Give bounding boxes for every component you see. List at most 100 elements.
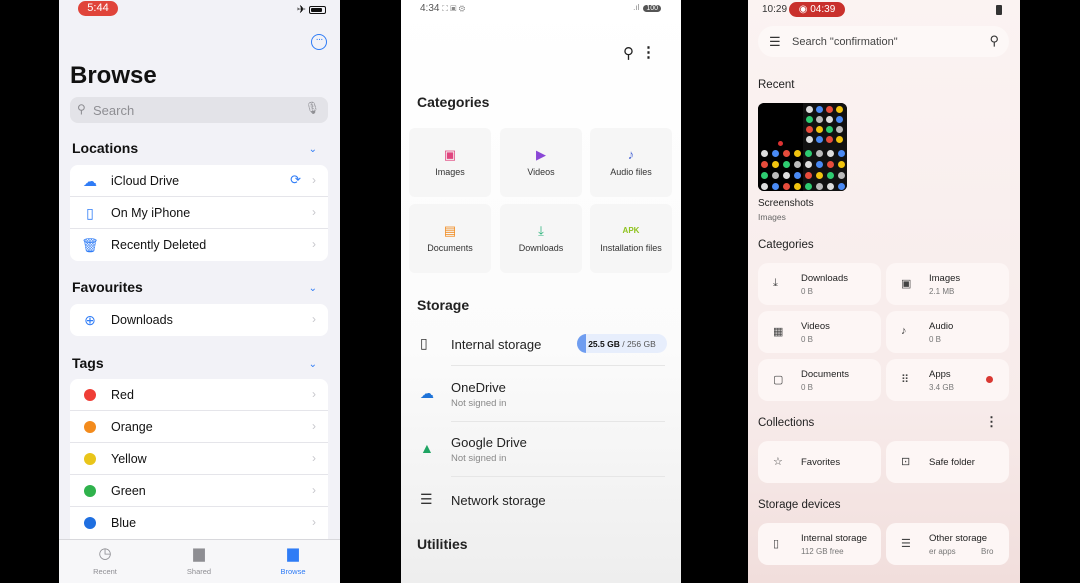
- thumbnail-app-icon: [772, 150, 779, 157]
- category-videos[interactable]: ▶ Videos: [500, 128, 582, 197]
- tag-orange[interactable]: Orange ›: [70, 411, 328, 443]
- thumbnail-app-icon: [761, 161, 768, 168]
- storage-google-drive[interactable]: ▲ Google Drive Not signed in: [417, 433, 665, 477]
- collections-header: Collections: [758, 417, 815, 429]
- thumbnail-app-icon: [816, 136, 823, 143]
- thumbnail-app-icon: [816, 106, 823, 113]
- storage-name: OneDrive: [451, 380, 506, 395]
- apk-icon: APK: [622, 226, 640, 235]
- categories-header: Categories: [417, 94, 490, 110]
- chevron-right-icon: ›: [312, 451, 316, 465]
- battery-level: 100: [643, 5, 661, 12]
- collection-favorites[interactable]: ☆ Favorites: [758, 441, 881, 483]
- chevron-down-icon[interactable]: ⌄: [309, 283, 317, 294]
- chevron-right-icon: ›: [312, 387, 316, 401]
- thumbnail-app-icon: [806, 126, 813, 133]
- location-on-my-iphone[interactable]: ▯ On My iPhone ›: [70, 197, 328, 229]
- thumbnail-app-icon: [836, 136, 843, 143]
- thumbnail-app-icon: [783, 150, 790, 157]
- tab-browse[interactable]: ▆ Browse: [258, 544, 328, 576]
- tab-shared[interactable]: ▆ Shared: [164, 544, 234, 576]
- category-audio[interactable]: ♪ Audio 0 B: [886, 311, 1009, 353]
- thumbnail-app-icon: [826, 106, 833, 113]
- favourite-label: Downloads: [111, 313, 173, 327]
- category-downloads[interactable]: ⤓ Downloads: [500, 204, 582, 273]
- collection-safe-folder[interactable]: ⊡ Safe folder: [886, 441, 1009, 483]
- more-options-icon[interactable]: ···: [311, 34, 327, 50]
- storage-device-internal[interactable]: ▯ Internal storage 112 GB free: [758, 523, 881, 565]
- search-placeholder: Search "confirmation": [792, 36, 898, 48]
- favourite-downloads[interactable]: ⊕ Downloads ›: [70, 304, 328, 336]
- category-name: Images: [929, 273, 961, 284]
- storage-network[interactable]: ☰ Network storage: [417, 490, 665, 514]
- document-icon: ▤: [443, 223, 457, 238]
- locations-list: ☁ iCloud Drive ⟳ › ▯ On My iPhone › 🗑 Re…: [70, 165, 328, 261]
- thumbnail-app-icon: [816, 172, 823, 179]
- location-recently-deleted[interactable]: 🗑 Recently Deleted ›: [70, 229, 328, 261]
- thumbnail-app-icon: [838, 172, 845, 179]
- thumbnail-app-icon: [783, 172, 790, 179]
- thumbnail-app-icon: [827, 161, 834, 168]
- status-bar: 5:44 ✈: [59, 0, 340, 20]
- storage-onedrive[interactable]: ☁ OneDrive Not signed in: [417, 378, 665, 422]
- screenshot-stage: 5:44 ✈ ··· Browse ⚲ Search 🎙 Locations ⌄…: [0, 0, 1080, 583]
- category-images[interactable]: ▣ Images: [409, 128, 491, 197]
- category-name: Apps: [929, 369, 951, 380]
- chevron-down-icon[interactable]: ⌄: [309, 359, 317, 370]
- favourites-header[interactable]: Favourites: [72, 279, 143, 295]
- thumbnail-app-icon: [794, 150, 801, 157]
- search-input[interactable]: ☰ Search "confirmation" ⚲: [758, 26, 1009, 57]
- more-options-icon[interactable]: ⋮: [985, 414, 998, 430]
- chevron-right-icon: ›: [312, 419, 316, 433]
- category-size: 0 B: [929, 335, 942, 344]
- tab-recent[interactable]: ◷ Recent: [70, 544, 140, 576]
- status-time: 5:44: [78, 1, 118, 16]
- storage-device-other[interactable]: ☰ Other storage er apps Bro: [886, 523, 1009, 565]
- category-apps[interactable]: ⠿ Apps 3.4 GB: [886, 359, 1009, 401]
- download-icon: ⤓: [538, 223, 544, 238]
- category-videos[interactable]: ▦ Videos 0 B: [758, 311, 881, 353]
- category-documents[interactable]: ▤ Documents: [409, 204, 491, 273]
- tag-blue[interactable]: Blue ›: [70, 507, 328, 539]
- search-input[interactable]: ⚲ Search 🎙: [70, 97, 328, 123]
- star-icon: ☆: [773, 456, 783, 468]
- storage-used: 25.5 GB: [588, 339, 620, 349]
- chevron-down-icon[interactable]: ⌄: [309, 144, 317, 155]
- category-installation-files[interactable]: APK Installation files: [590, 204, 672, 273]
- storage-header: Storage: [417, 297, 470, 313]
- thumbnail-app-icon: [806, 106, 813, 113]
- location-icloud-drive[interactable]: ☁ iCloud Drive ⟳ ›: [70, 165, 328, 197]
- category-documents[interactable]: ▢ Documents 0 B: [758, 359, 881, 401]
- category-audio-files[interactable]: ♪ Audio files: [590, 128, 672, 197]
- locations-header[interactable]: Locations: [72, 140, 138, 156]
- more-options-icon[interactable]: ⋮: [641, 43, 656, 61]
- chevron-right-icon: ›: [312, 237, 316, 251]
- thumbnail-app-icon: [772, 183, 779, 190]
- menu-icon[interactable]: ☰: [769, 34, 781, 50]
- chevron-right-icon: ›: [312, 312, 316, 326]
- thumbnail-app-icon: [783, 183, 790, 190]
- chevron-right-icon: ›: [312, 515, 316, 529]
- tag-color-dot: [84, 485, 96, 497]
- category-size: 0 B: [801, 383, 814, 392]
- microphone-icon[interactable]: 🎙: [305, 101, 320, 115]
- recent-screenshots-thumbnail[interactable]: [758, 103, 847, 191]
- storage-subtitle: Not signed in: [451, 398, 507, 409]
- location-label: iCloud Drive: [111, 174, 180, 188]
- storage-device-sub: er apps: [929, 547, 956, 556]
- music-note-icon: ♪: [627, 147, 635, 162]
- thumbnail-app-icon: [827, 183, 834, 190]
- tag-green[interactable]: Green ›: [70, 475, 328, 507]
- storage-device-sub-2: Bro: [981, 547, 994, 556]
- tags-header[interactable]: Tags: [72, 355, 104, 371]
- tag-label: Orange: [111, 420, 153, 434]
- thumbnail-app-icon: [826, 136, 833, 143]
- tag-red[interactable]: Red ›: [70, 379, 328, 411]
- tag-yellow[interactable]: Yellow ›: [70, 443, 328, 475]
- category-downloads[interactable]: ⤓ Downloads 0 B: [758, 263, 881, 305]
- storage-name: Google Drive: [451, 435, 527, 450]
- sync-icon: ⟳: [290, 172, 301, 187]
- category-images[interactable]: ▣ Images 2.1 MB: [886, 263, 1009, 305]
- search-icon[interactable]: ⚲: [623, 44, 634, 62]
- search-icon[interactable]: ⚲: [989, 33, 999, 49]
